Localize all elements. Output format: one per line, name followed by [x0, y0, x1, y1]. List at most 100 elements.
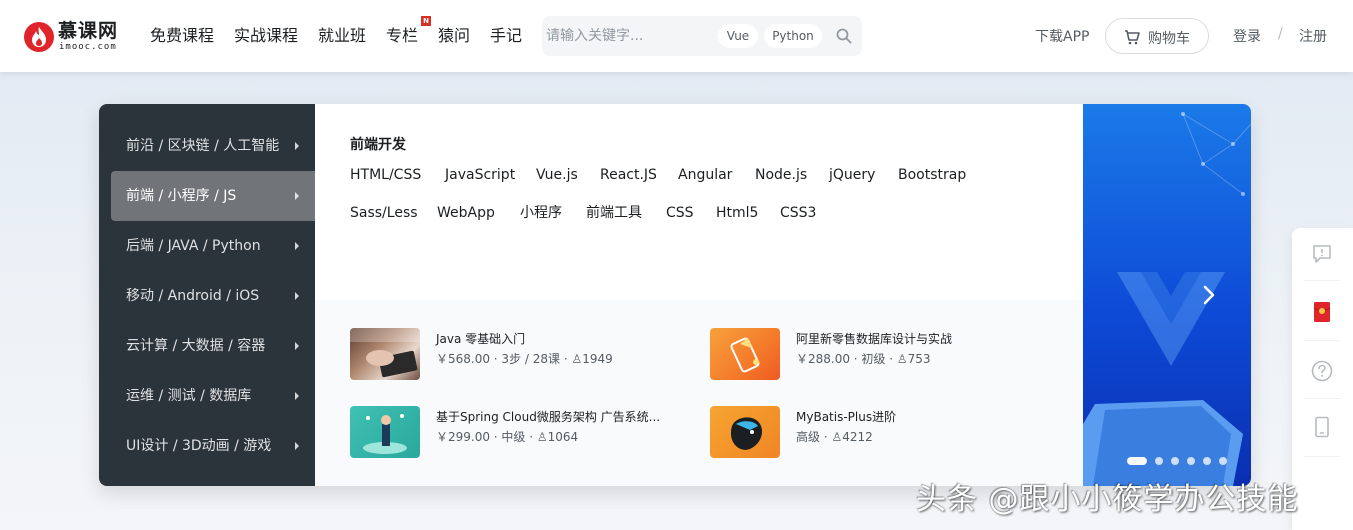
caret-right-icon — [295, 342, 299, 350]
carousel-dot[interactable] — [1203, 457, 1211, 465]
tech-link[interactable]: 前端工具 — [586, 203, 642, 223]
course-card-retail-db[interactable]: 阿里新零售数据库设计与实战 ￥288.00 · 初级 · ♙753 — [710, 328, 1050, 380]
nav-ask[interactable]: 猿问 — [438, 24, 470, 48]
red-packet-icon[interactable] — [1310, 300, 1334, 324]
tech-link[interactable]: JavaScript — [445, 165, 515, 185]
course-card-mybatis[interactable]: MyBatis-Plus进阶 高级 · ♙4212 — [710, 406, 1050, 458]
sidebar-item-label: 前沿 / 区块链 / 人工智能 — [126, 138, 280, 154]
toolbar-divider — [1304, 398, 1340, 399]
logo-name: 慕课网 — [58, 20, 119, 42]
tech-link[interactable]: Sass/Less — [350, 203, 418, 223]
course-thumbnail — [710, 406, 780, 458]
sidebar-item-frontier[interactable]: 前沿 / 区块链 / 人工智能 — [111, 121, 315, 171]
new-badge: N — [421, 16, 431, 26]
sidebar-item-design[interactable]: UI设计 / 3D动画 / 游戏 — [111, 421, 315, 471]
sidebar-item-backend[interactable]: 后端 / JAVA / Python — [111, 221, 315, 271]
nav-free-courses[interactable]: 免费课程 — [150, 24, 214, 48]
promo-banner[interactable] — [1083, 104, 1251, 486]
search-tag-python[interactable]: Python — [764, 24, 822, 48]
category-card: 前沿 / 区块链 / 人工智能 前端 / 小程序 / JS 后端 / JAVA … — [99, 104, 1251, 486]
chevron-right-icon[interactable] — [1201, 284, 1217, 306]
carousel-dot[interactable] — [1127, 457, 1147, 465]
sidebar-item-label: 运维 / 测试 / 数据库 — [126, 388, 252, 404]
nav-employment-class[interactable]: 就业班 — [318, 24, 366, 48]
carousel-dot[interactable] — [1155, 457, 1163, 465]
sidebar-item-frontend[interactable]: 前端 / 小程序 / JS — [111, 171, 315, 221]
carousel-dot[interactable] — [1219, 457, 1227, 465]
course-title: 基于Spring Cloud微服务架构 广告系统... — [436, 410, 661, 424]
nav-notes[interactable]: 手记 — [490, 24, 522, 48]
tech-link[interactable]: Vue.js — [536, 165, 578, 185]
feedback-icon[interactable] — [1310, 242, 1334, 266]
caret-right-icon — [295, 442, 299, 450]
watermark-text: 头条 @跟小小筱学办公技能 — [916, 482, 1299, 517]
login-link[interactable]: 登录 — [1233, 26, 1261, 46]
tech-link[interactable]: 小程序 — [520, 203, 562, 223]
course-title: Java 零基础入门 — [436, 332, 526, 346]
course-meta: ￥288.00 · 初级 · ♙753 — [796, 352, 931, 366]
tech-link[interactable]: CSS — [666, 203, 694, 223]
course-card-java[interactable]: Java 零基础入门 ￥568.00 · 3步 / 28课 · ♙1949 — [350, 328, 690, 380]
sidebar-item-label: 移动 / Android / iOS — [126, 288, 260, 304]
carousel-dot[interactable] — [1187, 457, 1195, 465]
carousel-dot[interactable] — [1171, 457, 1179, 465]
nav-practical-courses[interactable]: 实战课程 — [234, 24, 298, 48]
course-card-spring-cloud[interactable]: 基于Spring Cloud微服务架构 广告系统... ￥299.00 · 中级… — [350, 406, 690, 458]
recommended-courses: Java 零基础入门 ￥568.00 · 3步 / 28课 · ♙1949 阿里… — [315, 300, 1083, 486]
course-title: MyBatis-Plus进阶 — [796, 410, 897, 424]
sidebar-item-cloud[interactable]: 云计算 / 大数据 / 容器 — [111, 321, 315, 371]
tech-link[interactable]: WebApp — [437, 203, 495, 223]
category-sidebar: 前沿 / 区块链 / 人工智能 前端 / 小程序 / JS 后端 / JAVA … — [99, 104, 315, 486]
search-icon[interactable] — [836, 28, 852, 48]
tech-link[interactable]: jQuery — [829, 165, 875, 185]
caret-right-icon — [295, 192, 299, 200]
logo-domain: imooc.com — [59, 42, 117, 52]
sidebar-item-label: 前端 / 小程序 / JS — [126, 188, 237, 204]
toolbar-divider — [1304, 280, 1340, 281]
tech-link[interactable]: CSS3 — [780, 203, 816, 223]
toolbar-divider — [1304, 340, 1340, 341]
sidebar-item-ops[interactable]: 运维 / 测试 / 数据库 — [111, 371, 315, 421]
tech-link[interactable]: HTML/CSS — [350, 165, 421, 185]
caret-right-icon — [295, 292, 299, 300]
panel-title: 前端开发 — [350, 137, 406, 153]
top-header: 慕课网 imooc.com 免费课程 实战课程 就业班 专栏 猿问 手记 N V… — [0, 0, 1353, 72]
mobile-icon[interactable] — [1310, 415, 1334, 439]
cart-label: 购物车 — [1148, 31, 1190, 47]
nav-column[interactable]: 专栏 — [386, 24, 418, 48]
site-logo[interactable]: 慕课网 imooc.com — [24, 20, 130, 54]
cart-button[interactable]: 购物车 — [1105, 18, 1209, 54]
toolbar-divider — [1304, 456, 1340, 457]
right-float-toolbar — [1292, 228, 1353, 530]
course-title: 阿里新零售数据库设计与实战 — [796, 332, 953, 346]
course-meta: 高级 · ♙4212 — [796, 430, 873, 444]
course-thumbnail — [350, 406, 420, 458]
sidebar-item-mobile[interactable]: 移动 / Android / iOS — [111, 271, 315, 321]
cart-icon — [1125, 30, 1140, 45]
tech-link[interactable]: Html5 — [716, 203, 758, 223]
help-icon[interactable] — [1310, 359, 1334, 383]
course-meta: ￥299.00 · 中级 · ♙1064 — [436, 430, 579, 444]
caret-right-icon — [295, 392, 299, 400]
search-box: Vue Python — [542, 16, 862, 56]
register-link[interactable]: 注册 — [1299, 26, 1327, 46]
sidebar-item-label: 后端 / JAVA / Python — [126, 238, 261, 254]
tech-link[interactable]: Node.js — [755, 165, 807, 185]
tech-link[interactable]: Bootstrap — [898, 165, 966, 185]
flame-logo-icon — [24, 22, 54, 52]
auth-separator: / — [1278, 26, 1283, 42]
sidebar-item-label: 云计算 / 大数据 / 容器 — [126, 338, 266, 354]
course-thumbnail — [710, 328, 780, 380]
caret-right-icon — [295, 142, 299, 150]
tech-link[interactable]: Angular — [678, 165, 732, 185]
search-tag-vue[interactable]: Vue — [718, 24, 758, 48]
download-app-link[interactable]: 下载APP — [1035, 26, 1089, 46]
banner-artwork — [1083, 112, 1251, 486]
category-panel: 前端开发 HTML/CSS JavaScript Vue.js React.JS… — [315, 104, 1083, 486]
search-input[interactable] — [546, 24, 706, 48]
sidebar-item-label: UI设计 / 3D动画 / 游戏 — [126, 438, 272, 454]
tech-link[interactable]: React.JS — [600, 165, 657, 185]
course-meta: ￥568.00 · 3步 / 28课 · ♙1949 — [436, 352, 613, 366]
course-thumbnail — [350, 328, 420, 380]
caret-right-icon — [295, 242, 299, 250]
